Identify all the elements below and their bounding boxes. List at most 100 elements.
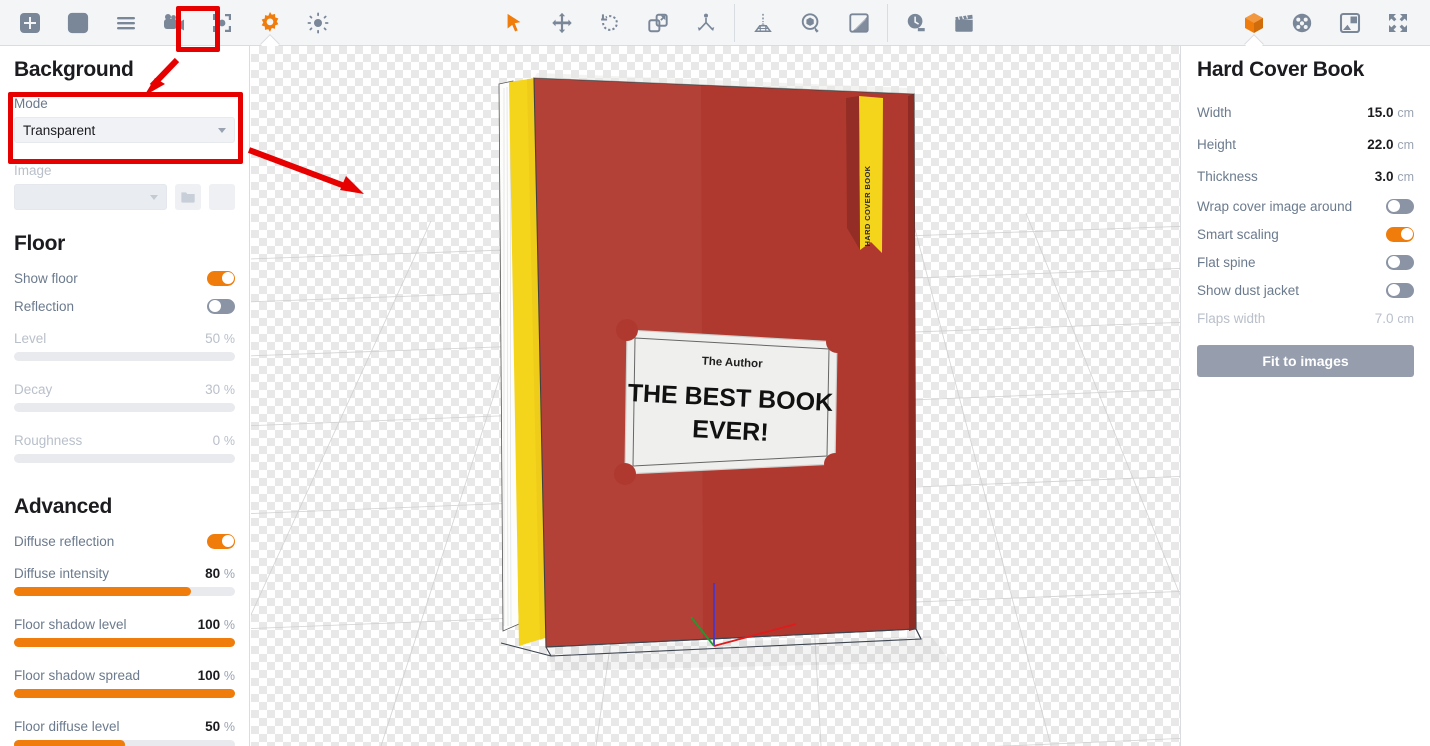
environment-globe-icon [801,12,819,33]
show-floor-toggle[interactable] [207,270,235,286]
app-root: Background Mode Transparent Image Floor … [0,0,1430,746]
height-value[interactable]: 22.0 cm [1367,137,1414,152]
object-title: Hard Cover Book [1197,58,1365,81]
floor-shadow-level-slider[interactable] [14,638,235,647]
image-corner-icon [1339,12,1361,33]
menu-lines-icon [117,16,135,29]
smart-scaling-toggle[interactable] [1386,226,1414,242]
flaps-width-value: 7.0 cm [1374,311,1414,326]
diffuse-intensity-slider[interactable] [14,587,235,596]
objects-button[interactable] [59,4,97,42]
select-tool[interactable] [495,4,533,42]
image-controls-row [14,184,235,210]
background-section-title: Background [14,58,134,81]
floor-diffuse-level-slider[interactable] [14,740,235,746]
floor-tool[interactable] [744,4,782,42]
background-mode-select[interactable]: Transparent [14,117,235,143]
row-width: Width 15.0 cm [1197,96,1414,128]
diffuse-reflection-toggle[interactable] [207,533,235,549]
row-show-dust-jacket: Show dust jacket [1197,276,1414,304]
toolbar-mid-group [490,0,988,46]
left-settings-panel: Background Mode Transparent Image Floor … [0,46,250,746]
row-label: Show floor [14,270,78,286]
row-show-floor: Show floor [14,264,235,292]
row-floor-shadow-level: Floor shadow level 100 % [14,610,235,638]
floor-shadow-spread-slider[interactable] [14,689,235,698]
row-label: Smart scaling [1197,226,1279,242]
row-value: 80 % [205,565,235,581]
settings-button[interactable] [251,4,289,42]
render-tool[interactable] [945,4,983,42]
book-model[interactable]: HARD COVER BOOK The Author THE BEST BOOK… [498,73,922,657]
shaded-view-button[interactable] [1235,4,1273,42]
row-value: 30 % [205,381,235,397]
background-image-select[interactable] [14,184,167,210]
row-value: 0 % [212,432,235,448]
layers-button[interactable] [107,4,145,42]
row-label: Show dust jacket [1197,282,1300,298]
ribbon-text: HARD COVER BOOK [863,165,872,246]
row-wrap-cover: Wrap cover image around [1197,192,1414,220]
row-value: 50 % [205,330,235,346]
clear-image-button[interactable] [209,184,235,210]
video-camera-icon [164,13,184,30]
row-label: Decay [14,381,53,397]
decay-slider[interactable] [14,403,235,412]
distribute-tool[interactable] [687,4,725,42]
environment-tool[interactable] [792,4,830,42]
reflection-toggle[interactable] [207,298,235,314]
history-tool[interactable] [897,4,935,42]
scale-tool[interactable] [639,4,677,42]
row-flaps-width: Flaps width 7.0 cm [1197,304,1414,333]
move-arrows-icon [552,12,572,33]
move-tool[interactable] [543,4,581,42]
image-view-button[interactable] [1331,4,1369,42]
floor-section-title: Floor [14,232,65,255]
flat-spine-toggle[interactable] [1386,254,1414,270]
roughness-slider[interactable] [14,454,235,463]
cover-label-plate: The Author THE BEST BOOK EVER! [614,319,848,485]
row-floor-shadow-spread: Floor shadow spread 100 % [14,661,235,689]
level-slider[interactable] [14,352,235,361]
gradient-tool[interactable] [840,4,878,42]
row-value: 100 % [197,667,235,683]
width-value[interactable]: 15.0 cm [1367,105,1414,120]
row-floor-diffuse-level: Floor diffuse level 50 % [14,712,235,740]
3d-viewport[interactable]: HARD COVER BOOK The Author THE BEST BOOK… [251,46,1180,746]
grid-dots-icon [67,12,89,33]
chevron-down-icon [150,194,158,200]
row-level: Level 50 % [14,324,235,352]
row-flat-spine: Flat spine [1197,248,1414,276]
ribbon-shadow [846,96,860,250]
expand-arrows-icon [1389,13,1407,32]
rotate-tool[interactable] [591,4,629,42]
toolbar-separator-1 [734,3,735,42]
floor-perspective-icon [754,13,772,32]
clapperboard-icon [955,14,973,32]
fullscreen-button[interactable] [1379,4,1417,42]
fit-to-images-button[interactable]: Fit to images [1197,345,1414,377]
row-height: Height 22.0 cm [1197,128,1414,160]
scale-icon [648,13,668,32]
show-dust-jacket-toggle[interactable] [1386,282,1414,298]
row-decay: Decay 30 % [14,375,235,403]
browse-image-button[interactable] [175,184,201,210]
row-label: Flaps width [1197,311,1266,326]
snapshot-button[interactable] [203,4,241,42]
row-label: Level [14,330,47,346]
animation-button[interactable] [155,4,193,42]
material-view-button[interactable] [1283,4,1321,42]
chevron-down-icon [218,127,226,133]
row-label: Wrap cover image around [1197,198,1353,214]
distribute-icon [697,13,715,31]
focus-frame-icon [213,13,231,32]
row-smart-scaling: Smart scaling [1197,220,1414,248]
wrap-cover-image-toggle[interactable] [1386,198,1414,214]
toolbar-right-group [1230,0,1422,46]
lighting-button[interactable] [299,4,337,42]
add-object-button[interactable] [11,4,49,42]
rotate-icon [601,13,618,31]
mode-label: Mode [14,96,48,111]
row-label: Width [1197,104,1232,120]
thickness-value[interactable]: 3.0 cm [1375,169,1414,184]
